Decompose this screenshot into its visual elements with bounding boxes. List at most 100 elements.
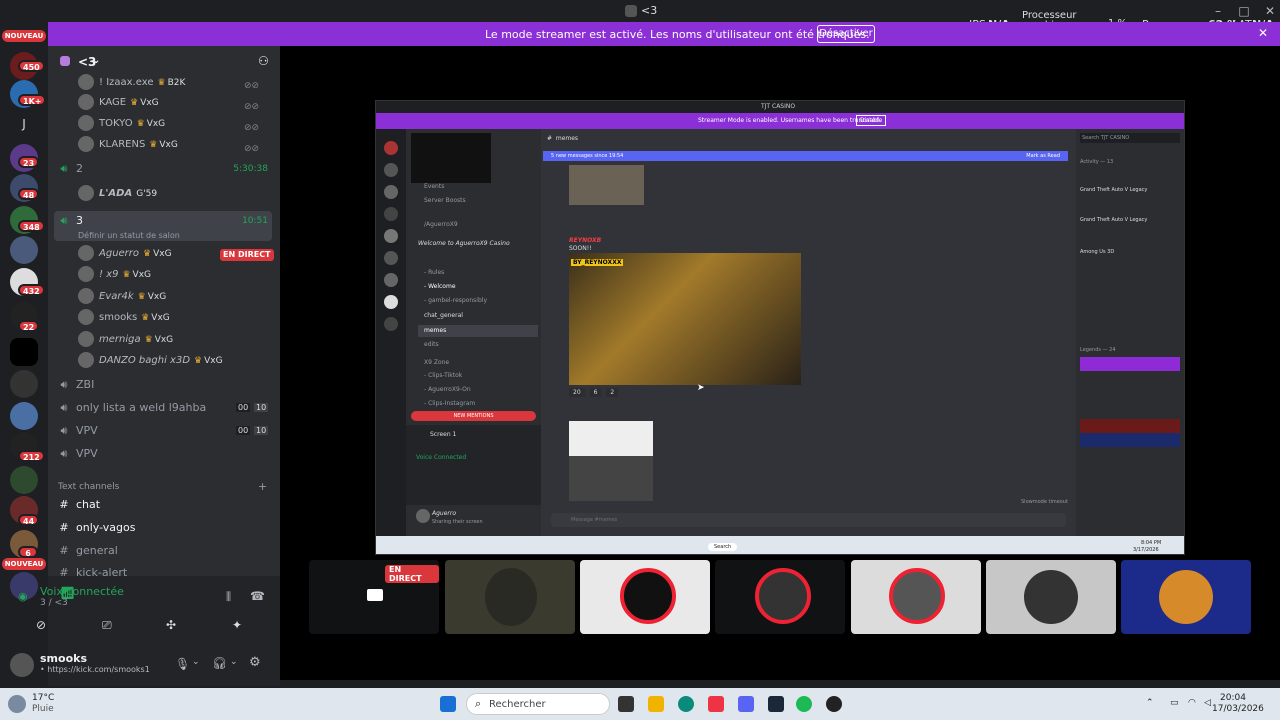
text-channel[interactable]: # general xyxy=(56,544,272,566)
avatar[interactable] xyxy=(10,653,34,677)
maximize-button[interactable]: □ xyxy=(1236,3,1252,19)
app-icon[interactable] xyxy=(826,696,842,712)
server-icon[interactable] xyxy=(10,402,38,430)
title-bar: <3 – □ ✕ xyxy=(0,0,1280,22)
voice-user[interactable]: DANZO baghi x3DVxG xyxy=(78,352,223,372)
channel-status[interactable]: Définir un statut de salon xyxy=(78,231,180,240)
headphones-icon[interactable]: 🎧︎ xyxy=(212,656,227,670)
taskbar-search[interactable]: ⌕ Rechercher xyxy=(466,693,610,715)
chevron-down-icon[interactable]: ⌄ xyxy=(230,657,238,667)
add-channel-icon[interactable]: + xyxy=(258,480,267,493)
avatar xyxy=(1159,570,1213,624)
post-image[interactable] xyxy=(569,421,653,501)
task-view-icon[interactable] xyxy=(618,696,634,712)
text-channels-header[interactable]: Text channels xyxy=(58,482,119,492)
muted-icons: ⊘⊘ ⊘⊘ ⊘⊘ ⊘⊘ xyxy=(244,81,260,154)
clock-date[interactable]: 17/03/2026 xyxy=(1212,704,1264,714)
inner-streamer-banner: Streamer Mode is enabled. Usernames have… xyxy=(376,113,1184,129)
server-icon[interactable]: J xyxy=(10,110,38,138)
live-badge: EN DIRECT xyxy=(385,565,439,583)
user-name[interactable]: smooks xyxy=(40,652,87,665)
voice-user[interactable]: smooksVxG xyxy=(78,309,170,329)
spotify-icon[interactable] xyxy=(796,696,812,712)
chevron-up-icon[interactable]: ⌃ xyxy=(1146,698,1154,708)
voice-user[interactable]: AguerroVxG xyxy=(78,245,172,265)
weather-temp[interactable]: 17°C xyxy=(32,693,54,703)
voice-channel[interactable]: 🔊︎ VPV 00 10 xyxy=(56,424,272,446)
chevron-down-icon[interactable]: ⌄ xyxy=(192,657,200,667)
text-channel[interactable]: # chat xyxy=(56,498,272,520)
inner-chat: # memes 5 new messages since 19:54 Mark … xyxy=(541,129,1076,554)
server-icon[interactable] xyxy=(10,466,38,494)
edge-icon[interactable] xyxy=(678,696,694,712)
voice-channel[interactable]: 🔊︎ ZBI xyxy=(56,378,272,400)
soundboard-icon[interactable]: ✦ xyxy=(232,618,242,632)
voice-user[interactable]: KLARENSVxG xyxy=(78,136,178,156)
volume-icon[interactable]: ◁ xyxy=(1204,698,1211,708)
participant-tile[interactable] xyxy=(986,560,1116,634)
participant-tile[interactable] xyxy=(1121,560,1251,634)
network-icon[interactable]: ▭ xyxy=(1170,698,1179,708)
participant-tile[interactable] xyxy=(851,560,981,634)
voice-user[interactable]: ! x9VxG xyxy=(78,266,151,286)
windows-start-icon[interactable] xyxy=(440,696,456,712)
voice-user[interactable]: Evar4kVxG xyxy=(78,288,166,308)
unread-badge: 450 xyxy=(18,60,45,72)
voice-channel-2[interactable]: 🔊︎ 2 5:30:38 xyxy=(56,162,272,184)
screen-share-icon[interactable]: ⎚ xyxy=(102,618,112,633)
disable-streamer-button[interactable]: Désactiver xyxy=(817,25,875,43)
avatar xyxy=(78,352,94,368)
participant-tile[interactable] xyxy=(715,560,845,634)
server-icon[interactable] xyxy=(10,236,38,264)
server-icon[interactable] xyxy=(10,338,38,366)
meme-image xyxy=(569,165,644,205)
text-channel[interactable]: # only-vagos xyxy=(56,521,272,543)
avatar xyxy=(78,245,94,261)
voice-user[interactable]: KAGEVxG xyxy=(78,94,159,114)
mouse-cursor-icon: ➤ xyxy=(697,383,705,393)
stream-view[interactable]: TJT CASINO Streamer Mode is enabled. Use… xyxy=(375,100,1185,555)
windows-taskbar: 17°C Pluie ⌕ Rechercher ⌃ ▭ ◠ ◁ 20:04 17… xyxy=(0,688,1280,720)
server-icon[interactable] xyxy=(10,370,38,398)
participant-tile[interactable] xyxy=(580,560,710,634)
voice-user[interactable]: ! Izaax.exeB2K xyxy=(78,74,185,94)
close-window-button[interactable]: ✕ xyxy=(1262,3,1278,19)
weather-desc: Pluie xyxy=(32,704,54,714)
call-timer: 10:51 xyxy=(242,216,268,226)
post-image[interactable]: BY_REYNOXXX xyxy=(569,253,801,385)
text-channel[interactable]: # kick-alert xyxy=(56,566,272,576)
discord-icon[interactable] xyxy=(738,696,754,712)
store-icon[interactable] xyxy=(708,696,724,712)
close-icon[interactable]: ✕ xyxy=(1258,26,1268,40)
file-explorer-icon[interactable] xyxy=(648,696,664,712)
inner-channel-list: Events Server Boosts /AguerroX9 Welcome … xyxy=(406,129,541,554)
gear-icon[interactable]: ⚙ xyxy=(249,655,261,670)
speaker-icon: 🔊︎ xyxy=(60,401,68,414)
voice-user[interactable]: mernigaVxG xyxy=(78,331,173,351)
inner-server-rail xyxy=(376,129,406,554)
disconnect-icon[interactable]: ☎ xyxy=(250,589,265,603)
voice-channel[interactable]: 🔊︎ VPV xyxy=(56,447,272,469)
add-member-icon[interactable]: ⚇ xyxy=(258,54,269,68)
unread-badge: 22 xyxy=(18,320,40,332)
window-title: <3 xyxy=(625,4,657,17)
video-off-icon[interactable]: ⊘ xyxy=(36,618,46,632)
voice-channel[interactable]: 🔊︎ only lista a weld l9ahba 00 10 xyxy=(56,401,272,423)
wifi-icon[interactable]: ◠ xyxy=(1188,698,1196,708)
reactions: 20 6 2 xyxy=(569,388,619,397)
voice-connected-title[interactable]: Voix connectée xyxy=(40,585,124,598)
minimize-button[interactable]: – xyxy=(1210,3,1226,19)
weather-icon xyxy=(8,695,26,713)
voice-user[interactable]: L'ADA G'59 xyxy=(78,185,157,205)
voice-user[interactable]: TOKYOVxG xyxy=(78,115,165,135)
steam-icon[interactable] xyxy=(768,696,784,712)
unread-badge: 432 xyxy=(18,284,45,296)
avatar xyxy=(485,568,537,626)
clock-time[interactable]: 20:04 xyxy=(1220,693,1246,703)
participant-tile-stream[interactable]: EN DIRECT xyxy=(309,560,439,634)
microphone-icon[interactable]: 🎙︎ xyxy=(175,657,190,671)
speaker-icon: 🔊︎ xyxy=(60,378,68,391)
participant-tile[interactable] xyxy=(445,560,575,634)
noise-suppression-icon[interactable]: ⫼ xyxy=(226,590,231,604)
activities-icon[interactable]: ✣ xyxy=(166,618,176,632)
